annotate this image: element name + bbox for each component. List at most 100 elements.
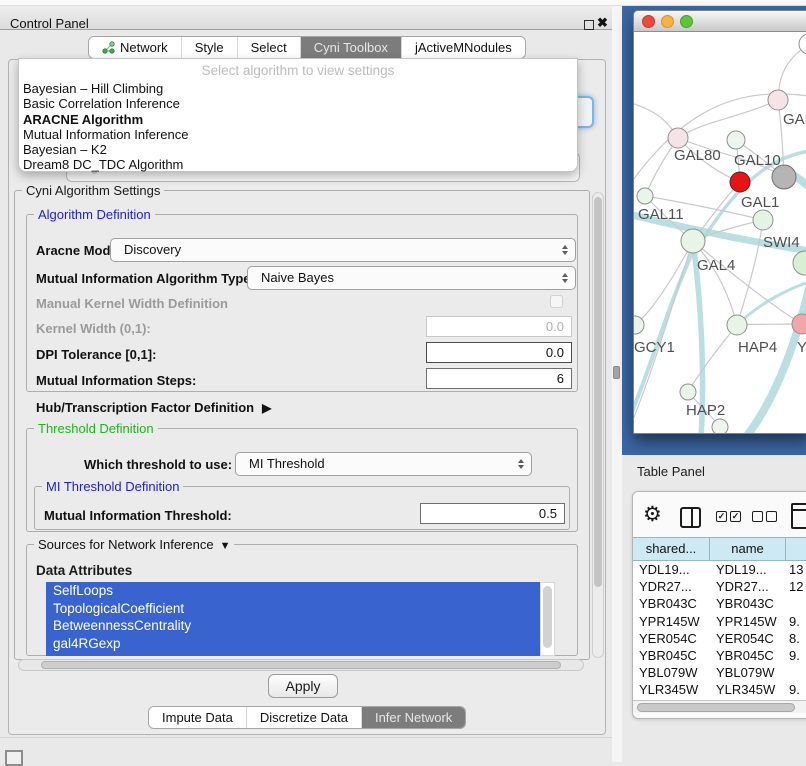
network-node-label: GAL10 — [734, 152, 781, 169]
algorithm-option[interactable]: Basic Correlation Inference — [19, 96, 577, 111]
column-header-partial[interactable] — [786, 538, 806, 560]
float-window-icon[interactable] — [584, 20, 594, 30]
mi-type-value: Naive Bayes — [261, 270, 334, 285]
aracne-mode-combo[interactable]: Discovery — [110, 238, 576, 262]
tab-jactivemnodules[interactable]: jActiveMNodules — [401, 37, 525, 58]
apply-button[interactable]: Apply — [268, 674, 338, 698]
which-threshold-combo[interactable]: MI Threshold — [235, 452, 532, 476]
network-node[interactable] — [768, 90, 788, 110]
columns-icon[interactable] — [680, 507, 701, 528]
expand-right-icon[interactable]: ▶ — [262, 401, 271, 415]
mi-type-label: Mutual Information Algorithm Type: — [36, 271, 255, 286]
network-node[interactable] — [753, 210, 773, 230]
mac-close-icon[interactable] — [642, 15, 655, 28]
checked-checkbox-icon[interactable]: ✓ — [730, 511, 741, 522]
mi-steps-field[interactable]: 6 — [426, 368, 572, 389]
algorithm-option[interactable]: ARACNE Algorithm — [19, 112, 577, 127]
attribute-item[interactable]: gal4RGexp — [46, 635, 540, 653]
settings-hscrollbar-thumb[interactable] — [41, 661, 561, 669]
attributes-scrollbar-thumb[interactable] — [543, 586, 552, 648]
network-node[interactable] — [637, 188, 653, 204]
unchecked-checkbox-icon[interactable] — [752, 511, 763, 522]
attributes-scrollbar[interactable] — [540, 582, 555, 656]
table-cell: YER054C — [710, 630, 786, 647]
tab-impute-data[interactable]: Impute Data — [149, 707, 246, 728]
mi-type-combo[interactable]: Naive Bayes — [247, 266, 576, 290]
algorithm-option[interactable]: Bayesian – K2 — [19, 142, 577, 157]
network-node[interactable] — [681, 229, 705, 253]
status-divider — [0, 737, 612, 738]
dock-panel-icon[interactable] — [5, 750, 23, 766]
network-node[interactable] — [793, 251, 806, 275]
tab-infer-network[interactable]: Infer Network — [361, 707, 465, 728]
split-divider[interactable] — [612, 6, 622, 762]
table-header-row: shared... name — [633, 537, 806, 561]
table-row[interactable]: YBR043CYBR043C — [633, 595, 806, 612]
network-node[interactable] — [712, 419, 728, 434]
network-node[interactable] — [727, 315, 747, 335]
network-edge[interactable] — [688, 325, 737, 392]
table-cell: YBR043C — [633, 595, 710, 612]
algorithm-option[interactable]: Mutual Information Inference — [19, 127, 577, 142]
manual-kernel-checkbox[interactable] — [550, 295, 563, 308]
columns-icon-divider — [691, 509, 693, 526]
table-row[interactable]: YDR27...YDR27...12 — [633, 578, 806, 595]
unchecked-checkbox-icon[interactable] — [766, 511, 777, 522]
network-node[interactable] — [727, 131, 745, 149]
table-row[interactable]: YLR345WYLR345W9. — [633, 681, 806, 698]
collapse-down-icon[interactable]: ▼ — [220, 540, 231, 552]
column-header-shared-name[interactable]: shared... — [633, 538, 710, 560]
network-node[interactable] — [772, 165, 796, 189]
attribute-item[interactable]: SelfLoops — [46, 582, 540, 600]
settings-horizontal-scrollbar[interactable] — [18, 659, 584, 671]
mi-threshold-field[interactable]: 0.5 — [420, 503, 565, 524]
table-horizontal-scrollbar[interactable] — [633, 700, 806, 713]
close-icon[interactable]: ✖ — [597, 15, 608, 31]
tab-network[interactable]: Network — [89, 37, 181, 58]
table-panel-title: Table Panel — [637, 464, 705, 479]
network-graph-canvas[interactable]: GALGAL80GAL10GAL11GAL1SWI4GAL4GCY1HAP4YH… — [634, 33, 806, 434]
table-hscrollbar-thumb[interactable] — [637, 703, 795, 712]
network-edge[interactable] — [693, 241, 806, 332]
network-node[interactable] — [668, 128, 688, 148]
tab-cyni-toolbox[interactable]: Cyni Toolbox — [300, 37, 401, 58]
kernel-width-field[interactable]: 0.0 — [426, 316, 572, 337]
table-cell: 9. — [786, 613, 806, 630]
spinner-arrows-icon — [562, 245, 568, 255]
table-row[interactable]: YDL19...YDL19...13 — [633, 561, 806, 578]
threshold-definition-legend: Threshold Definition — [34, 422, 158, 435]
bottom-tabs: Impute Data Discretize Data Infer Networ… — [148, 706, 466, 729]
tab-style[interactable]: Style — [181, 37, 237, 58]
algorithm-popup-list: Bayesian – Hill ClimbingBasic Correlatio… — [19, 81, 577, 173]
settings-vertical-scrollbar[interactable] — [592, 192, 604, 658]
network-edge[interactable] — [635, 241, 693, 325]
gear-icon[interactable]: ⚙ — [643, 502, 662, 527]
attribute-item[interactable]: BetweennessCentrality — [46, 617, 540, 635]
network-node[interactable] — [680, 384, 696, 400]
network-node[interactable] — [730, 172, 750, 192]
table-cell: YPR145W — [633, 613, 710, 630]
tab-discretize-data[interactable]: Discretize Data — [246, 707, 361, 728]
mac-zoom-icon[interactable] — [680, 15, 693, 28]
network-node-label: GAL80 — [674, 147, 721, 164]
attribute-item[interactable]: TopologicalCoefficient — [46, 600, 540, 618]
algorithm-option[interactable]: Bayesian – Hill Climbing — [19, 81, 577, 96]
settings-scrollbar-thumb[interactable] — [594, 197, 602, 587]
checked-checkbox-icon[interactable]: ✓ — [716, 511, 727, 522]
data-attributes-list[interactable]: SelfLoopsTopologicalCoefficientBetweenne… — [46, 582, 540, 656]
table-cell: YDL19... — [710, 561, 786, 578]
split-divider-grip[interactable] — [613, 366, 620, 379]
table-row[interactable]: YBR045CYBR045C9. — [633, 647, 806, 664]
table-tool-icon-partial[interactable] — [791, 503, 806, 529]
tab-select[interactable]: Select — [237, 37, 300, 58]
column-header-name[interactable]: name — [710, 538, 786, 560]
network-window-titlebar[interactable] — [634, 11, 806, 32]
table-row[interactable]: YPR145WYPR145W9. — [633, 613, 806, 630]
table-row[interactable]: YER054CYER054C8. — [633, 630, 806, 647]
hub-tf-definition-expander[interactable]: Hub/Transcription Factor Definition▶ — [36, 400, 271, 415]
table-row[interactable]: YBL079WYBL079W — [633, 664, 806, 681]
algorithm-option[interactable]: Dream8 DC_TDC Algorithm — [19, 157, 577, 172]
dpi-tolerance-field[interactable]: 0.0 — [426, 342, 572, 363]
mac-minimize-icon[interactable] — [661, 15, 674, 28]
network-edge[interactable] — [634, 241, 693, 432]
